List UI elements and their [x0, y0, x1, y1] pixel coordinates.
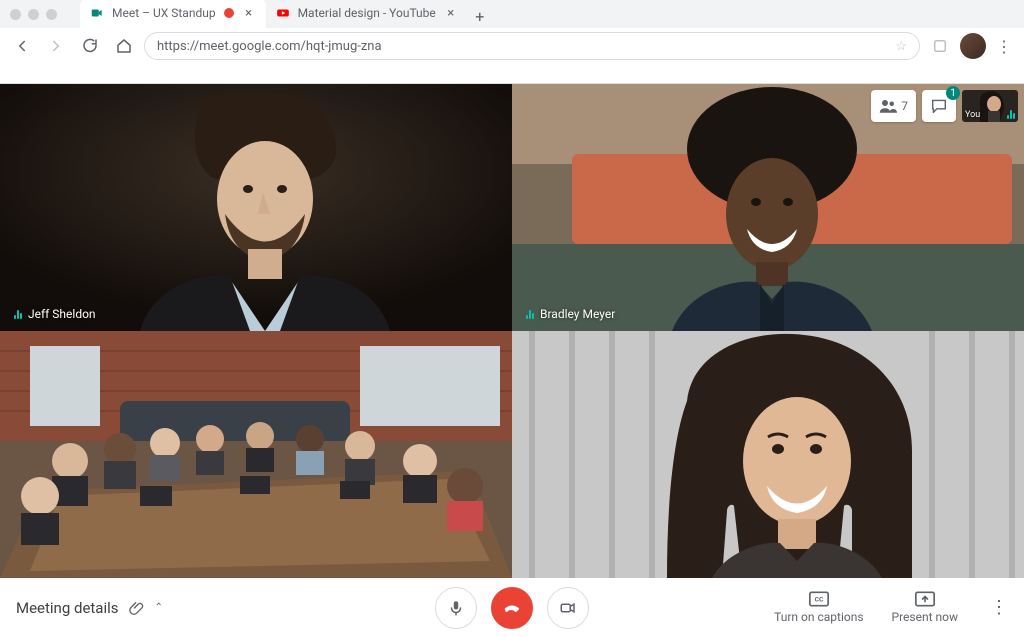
video-area: Jeff Sheldon: [0, 84, 1024, 578]
forward-button[interactable]: [42, 32, 70, 60]
participant-name: Jeff Sheldon: [28, 307, 96, 321]
back-button[interactable]: [8, 32, 36, 60]
phone-hangup-icon: [501, 597, 523, 619]
camera-icon: [559, 599, 577, 617]
recording-indicator-icon: [224, 8, 234, 18]
home-button[interactable]: [110, 32, 138, 60]
hangup-button[interactable]: [491, 587, 533, 629]
bottom-bar: Meeting details ⌃ CC Turn on captions Pr…: [0, 578, 1024, 637]
participant-name-tag: Jeff Sheldon: [8, 305, 102, 323]
captions-button[interactable]: CC Turn on captions: [774, 591, 863, 624]
video-tile-jeff[interactable]: Jeff Sheldon: [0, 84, 512, 331]
meeting-details-label: Meeting details: [16, 599, 119, 617]
traffic-light-close[interactable]: [10, 9, 21, 20]
tab-meet[interactable]: Meet – UX Standup ×: [80, 0, 266, 28]
self-label: You: [965, 110, 980, 120]
present-icon: [915, 591, 935, 607]
tab-title: Meet – UX Standup: [112, 6, 216, 20]
new-tab-button[interactable]: +: [468, 4, 492, 28]
home-icon: [115, 37, 133, 55]
top-right-overlay: 7 1 You: [871, 90, 1018, 122]
svg-text:CC: CC: [814, 596, 823, 604]
reload-icon: [81, 37, 99, 55]
self-view-thumbnail[interactable]: You: [962, 90, 1018, 122]
attachment-icon: [129, 600, 145, 616]
tab-strip: Meet – UX Standup × Material design - Yo…: [70, 0, 1024, 28]
arrow-right-icon: [47, 37, 65, 55]
center-controls: [435, 587, 589, 629]
tab-title: Material design - YouTube: [298, 6, 436, 20]
arrow-left-icon: [13, 37, 31, 55]
tab-close-icon[interactable]: ×: [444, 6, 458, 21]
microphone-button[interactable]: [435, 587, 477, 629]
meet-icon: [90, 6, 104, 20]
chevron-up-icon: ⌃: [155, 602, 163, 613]
browser-menu-button[interactable]: ⋮: [992, 37, 1016, 56]
meeting-details-button[interactable]: Meeting details ⌃: [16, 599, 163, 617]
address-bar[interactable]: https://meet.google.com/hqt-jmug-zna ☆: [144, 32, 920, 60]
youtube-icon: [276, 6, 290, 20]
participants-button[interactable]: 7: [871, 90, 916, 122]
traffic-light-zoom[interactable]: [46, 9, 57, 20]
captions-label: Turn on captions: [774, 610, 863, 624]
tab-close-icon[interactable]: ×: [242, 6, 256, 21]
tab-youtube[interactable]: Material design - YouTube ×: [266, 0, 468, 28]
speaking-indicator-icon: [526, 309, 534, 319]
reload-button[interactable]: [76, 32, 104, 60]
participant-name-tag: Bradley Meyer: [520, 305, 621, 323]
captions-icon: CC: [809, 591, 829, 607]
present-button[interactable]: Present now: [892, 591, 958, 624]
url-text: https://meet.google.com/hqt-jmug-zna: [157, 39, 382, 54]
video-tile-participant4[interactable]: [512, 331, 1024, 578]
microphone-icon: [447, 599, 465, 617]
chat-button[interactable]: 1: [922, 90, 956, 122]
people-icon: [879, 99, 897, 113]
participant-name: Bradley Meyer: [540, 307, 615, 321]
video-tile-room[interactable]: [0, 331, 512, 578]
participant-count: 7: [901, 99, 908, 113]
puzzle-icon: [931, 37, 949, 55]
profile-avatar[interactable]: [960, 33, 986, 59]
extensions-button[interactable]: [926, 32, 954, 60]
present-label: Present now: [892, 610, 958, 624]
traffic-light-minimize[interactable]: [28, 9, 39, 20]
right-controls: CC Turn on captions Present now ⋮: [774, 591, 1008, 624]
address-row: https://meet.google.com/hqt-jmug-zna ☆ ⋮: [0, 28, 1024, 64]
speaking-indicator-icon: [1007, 109, 1015, 119]
more-options-button[interactable]: ⋮: [986, 597, 1008, 618]
chat-badge: 1: [946, 86, 960, 100]
chat-icon: [930, 99, 948, 113]
camera-button[interactable]: [547, 587, 589, 629]
bookmark-star-icon[interactable]: ☆: [895, 39, 907, 54]
speaking-indicator-icon: [14, 309, 22, 319]
browser-chrome: Meet – UX Standup × Material design - Yo…: [0, 0, 1024, 84]
